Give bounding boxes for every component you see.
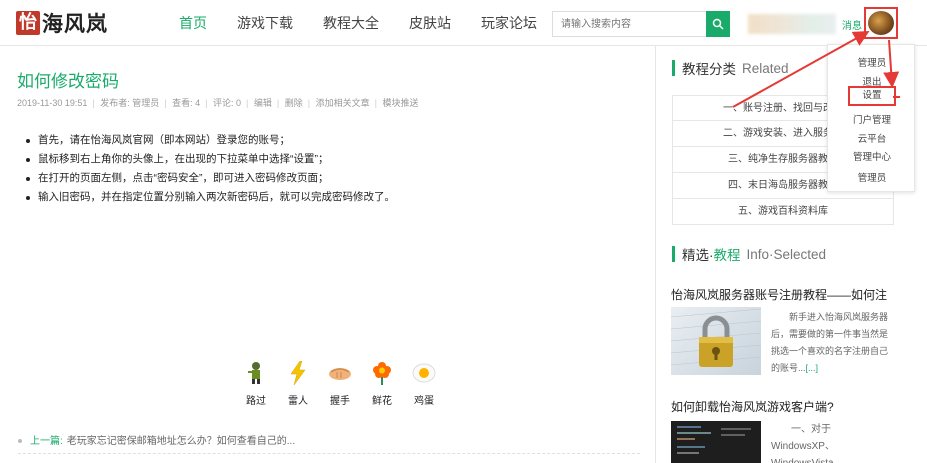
delete-link[interactable]: 删除 <box>285 98 303 108</box>
reaction-shocking[interactable]: 雷人 <box>279 360 317 407</box>
menu-item-admin[interactable]: 管理员 <box>828 55 916 69</box>
nav-skin-site[interactable]: 皮肤站 <box>398 0 462 46</box>
menu-item-portal-management[interactable]: 门户管理 <box>828 112 916 126</box>
category-title: 教程分类 <box>682 62 736 77</box>
comment-count: 评论: 0 <box>213 98 242 108</box>
category-item[interactable]: 五、游戏百科资料库 <box>672 199 894 225</box>
edit-link[interactable]: 编辑 <box>254 98 272 108</box>
prev-article-link[interactable]: 老玩家忘记密保邮箱地址怎么办？如何查看自己的... <box>67 436 295 447</box>
menu-item-admin-center[interactable]: 管理中心 <box>828 149 916 163</box>
main-nav: 首页 游戏下载 教程大全 皮肤站 玩家论坛 <box>168 0 556 46</box>
nav-tutorials[interactable]: 教程大全 <box>312 0 390 46</box>
selected-title-en: Info·Selected <box>746 246 827 262</box>
article-steps: 首先，请在怡海风岚官网（即本网站）登录您的账号； 鼠标移到右上角你的头像上，在出… <box>26 131 586 207</box>
post-title-link[interactable]: 怡海风岚服务器账号注册教程——如何注 <box>671 286 887 303</box>
reaction-bar: 路过 雷人 握手 鲜花 鸡蛋 <box>237 360 447 407</box>
divider <box>18 453 640 454</box>
nav-game-download[interactable]: 游戏下载 <box>226 0 304 46</box>
handshake-icon <box>327 360 353 386</box>
site-header: 怡 海风岚 首页 游戏下载 教程大全 皮肤站 玩家论坛 消息 <box>0 0 927 46</box>
lightning-icon <box>285 360 311 386</box>
publisher: 发布者: 管理员 <box>100 98 160 108</box>
user-avatar-button[interactable] <box>864 7 898 39</box>
post-excerpt: 新手进入怡海风岚服务器后，需要做的第一件事当然是挑选一个喜欢的名字注册自己的账号… <box>771 312 889 373</box>
search-box <box>552 11 730 37</box>
publish-date: 2019-11-30 19:51 <box>17 98 88 108</box>
nav-player-forum[interactable]: 玩家论坛 <box>470 0 548 46</box>
username-blurred <box>748 14 836 34</box>
prev-label: 上一篇: <box>30 436 63 447</box>
step-item: 在打开的页面左侧，点击“密码安全”，即可进入密码修改页面； <box>26 169 586 188</box>
reaction-pass-by[interactable]: 路过 <box>237 360 275 407</box>
selected-heading: 精选· 教程 Info·Selected <box>672 244 826 264</box>
search-input[interactable] <box>553 12 730 36</box>
avatar <box>868 11 894 35</box>
post-excerpt: 一、对于WindowsXP、WindowsVista、Windows7、Wind… <box>771 424 844 463</box>
reaction-label: 握手 <box>330 396 350 407</box>
menu-item-admin-2[interactable]: 管理员 <box>828 170 916 184</box>
reaction-handshake[interactable]: 握手 <box>321 360 359 407</box>
logo-text: 海风岚 <box>42 12 108 36</box>
reaction-label: 雷人 <box>288 396 308 407</box>
article-title: 如何修改密码 <box>17 72 119 91</box>
code-thumbnail[interactable] <box>671 421 761 463</box>
menu-item-settings[interactable]: 设置 <box>848 86 896 106</box>
selected-title-b: 教程 <box>713 248 741 263</box>
selected-title-a: 精选· <box>682 248 714 263</box>
flower-icon <box>369 360 395 386</box>
search-button[interactable] <box>706 11 730 37</box>
messages-link[interactable]: 消息 <box>842 17 862 32</box>
reaction-egg[interactable]: 鸡蛋 <box>405 360 443 407</box>
reaction-label: 鲜花 <box>372 396 392 407</box>
read-more-link[interactable]: [...] <box>806 363 819 373</box>
view-count: 查看: 4 <box>172 98 201 108</box>
egg-icon <box>411 360 437 386</box>
step-item: 首先，请在怡海风岚官网（即本网站）登录您的账号； <box>26 131 586 150</box>
category-heading: 教程分类 Related <box>672 58 789 78</box>
user-dropdown-menu: 管理员 退出 设置 门户管理 云平台 管理中心 管理员 <box>827 44 915 192</box>
nav-home[interactable]: 首页 <box>168 0 218 46</box>
soldier-icon <box>243 360 269 386</box>
site-logo[interactable]: 怡 海风岚 <box>16 10 108 36</box>
padlock-thumbnail[interactable] <box>671 307 761 375</box>
logo-mark: 怡 <box>16 11 40 35</box>
category-title-en: Related <box>742 60 789 76</box>
post-title-link[interactable]: 如何卸载怡海风岚游戏客户端? <box>671 398 834 415</box>
module-push-link[interactable]: 模块推送 <box>383 98 419 108</box>
step-item: 鼠标移到右上角你的头像上，在出现的下拉菜单中选择“设置”； <box>26 150 586 169</box>
article-meta: 2019-11-30 19:51 | 发布者: 管理员 | 查看: 4 | 评论: 0… <box>17 98 419 108</box>
search-icon <box>712 18 724 30</box>
menu-item-cloud-platform[interactable]: 云平台 <box>828 131 916 145</box>
reaction-label: 路过 <box>246 396 266 407</box>
column-divider <box>655 46 656 463</box>
previous-article: 上一篇: 老玩家忘记密保邮箱地址怎么办？如何查看自己的... <box>18 432 295 447</box>
reaction-flower[interactable]: 鲜花 <box>363 360 401 407</box>
add-related-link[interactable]: 添加相关文章 <box>316 98 370 108</box>
step-item: 输入旧密码，并在指定位置分别输入两次新密码后，就可以完成密码修改了。 <box>26 188 586 207</box>
reaction-label: 鸡蛋 <box>414 396 434 407</box>
